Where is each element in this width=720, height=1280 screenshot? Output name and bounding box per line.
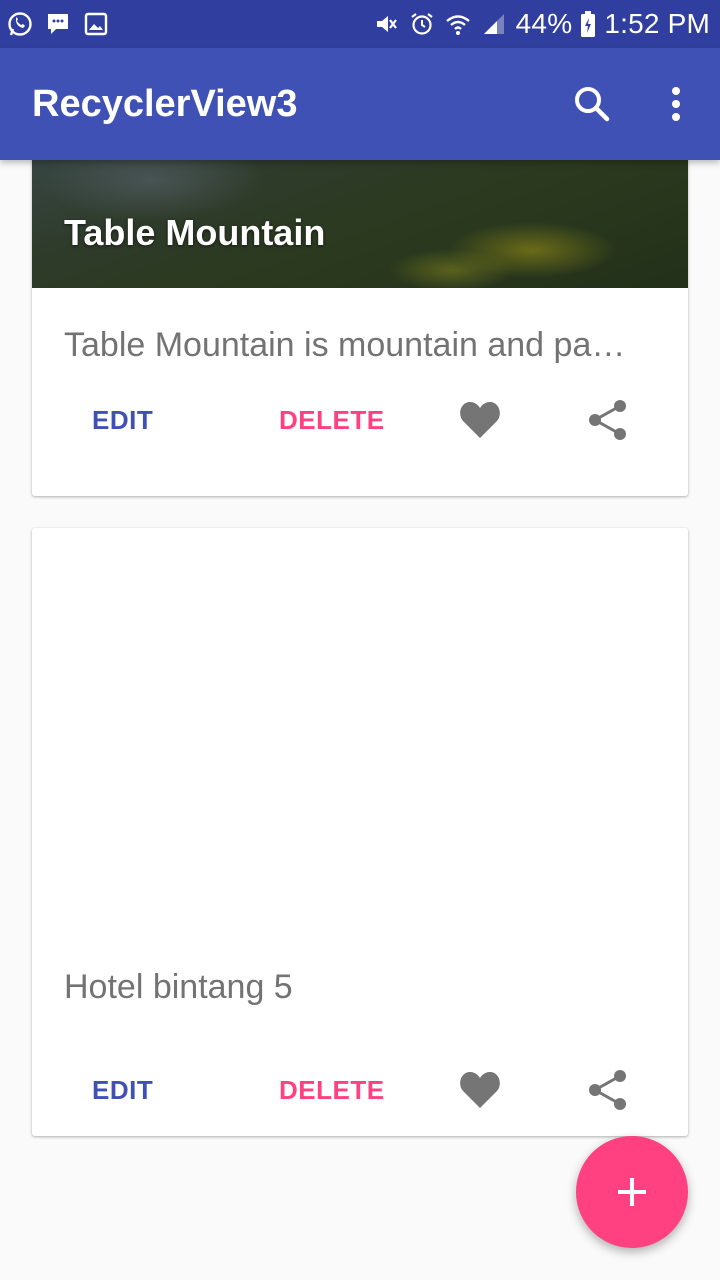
messenger-icon <box>44 10 72 38</box>
notification-icons <box>6 10 110 38</box>
card-title: Table Mountain <box>64 212 326 253</box>
edit-button[interactable]: EDIT <box>92 1060 153 1120</box>
app-title: RecyclerView3 <box>32 82 298 125</box>
image-icon <box>82 10 110 38</box>
card-description: Hotel bintang 5 <box>64 968 293 1006</box>
whatsapp-icon <box>6 10 34 38</box>
clock-time: 1:52 PM <box>604 8 710 39</box>
alarm-icon <box>408 10 436 38</box>
delete-button[interactable]: DELETE <box>279 390 385 450</box>
signal-icon <box>480 10 508 38</box>
overflow-menu-button[interactable] <box>646 74 706 134</box>
add-fab-button[interactable] <box>576 1136 688 1248</box>
card-actions: EDIT DELETE <box>32 1060 688 1120</box>
card-actions: EDIT DELETE <box>32 390 688 450</box>
like-button[interactable] <box>456 1068 504 1112</box>
delete-button[interactable]: DELETE <box>279 1060 385 1120</box>
system-icons: 44% 1:52 PM <box>372 8 710 40</box>
wifi-icon <box>444 10 472 38</box>
card-item[interactable]: Table Mountain Table Mountain is mountai… <box>32 160 688 496</box>
mute-icon <box>372 10 400 38</box>
add-icon <box>618 1178 646 1206</box>
share-icon <box>589 400 626 440</box>
search-button[interactable] <box>562 74 622 134</box>
heart-icon <box>460 402 500 438</box>
heart-icon <box>460 1072 500 1108</box>
search-icon <box>575 87 610 122</box>
card-image: Table Mountain <box>32 160 688 288</box>
card-description: Table Mountain is mountain and pa… <box>64 326 626 364</box>
status-bar: 44% 1:52 PM <box>0 0 720 48</box>
share-icon <box>589 1070 626 1110</box>
battery-charging-icon <box>580 10 596 38</box>
more-vert-icon <box>672 87 680 121</box>
edit-button[interactable]: EDIT <box>92 390 153 450</box>
battery-percent: 44% <box>515 8 573 39</box>
like-button[interactable] <box>456 398 504 442</box>
share-button[interactable] <box>586 1066 630 1114</box>
share-button[interactable] <box>586 396 630 444</box>
app-bar: RecyclerView3 <box>0 48 720 160</box>
recycler-list[interactable]: Table Mountain Table Mountain is mountai… <box>0 160 720 1280</box>
card-item[interactable]: Hotel bintang 5 EDIT DELETE <box>32 528 688 1136</box>
